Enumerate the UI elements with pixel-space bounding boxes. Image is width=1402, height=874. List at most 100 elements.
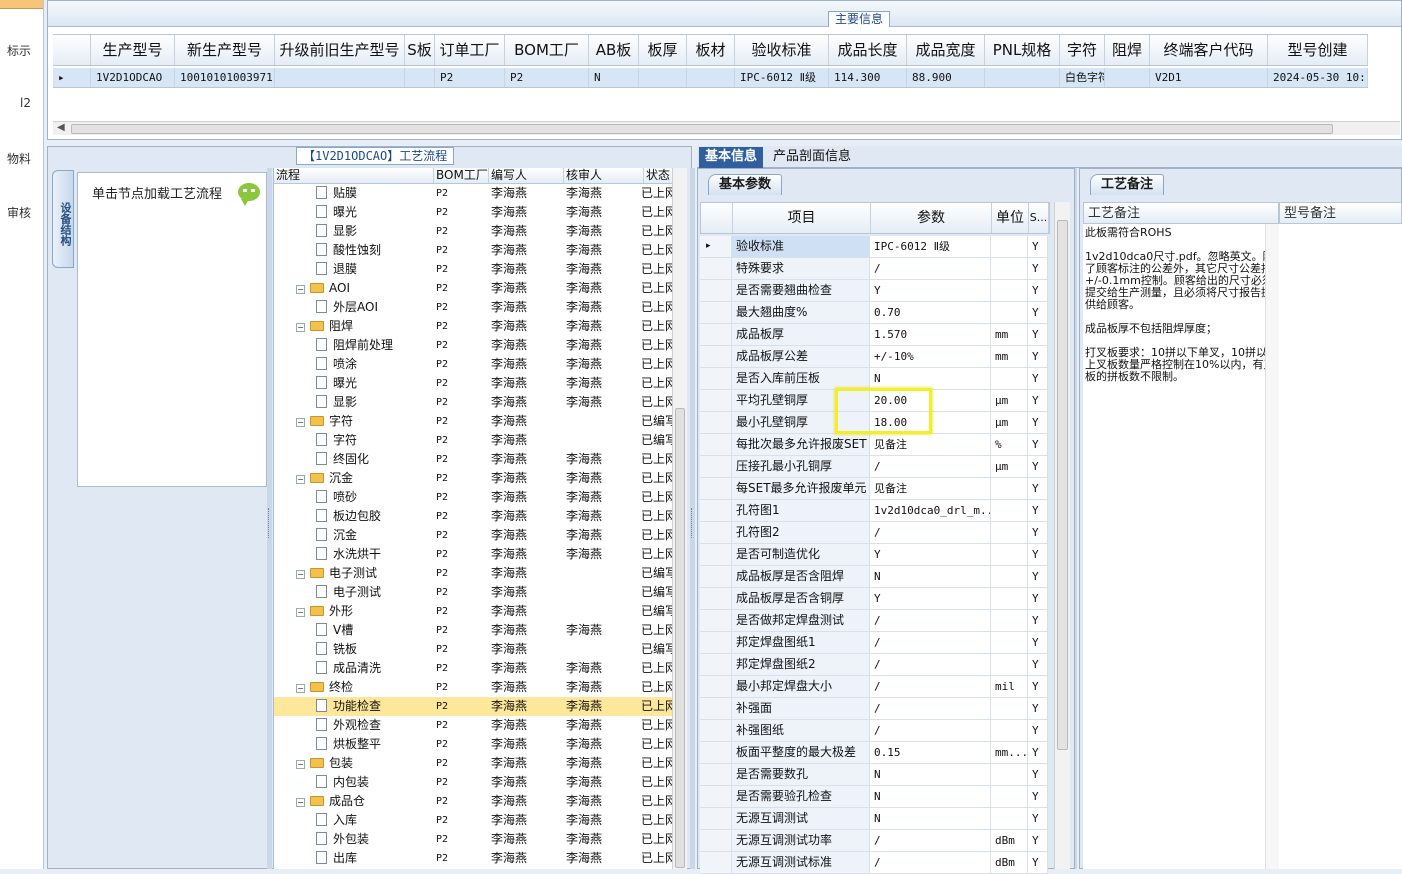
grid-cell[interactable] — [275, 68, 405, 87]
grid-cell[interactable]: 114.300 — [829, 68, 907, 87]
column-header[interactable]: 生产型号 — [91, 35, 175, 65]
param-row[interactable]: 无源互调测试标准 / dBm Y — [700, 852, 1048, 874]
left-nav-item[interactable]: l2 — [20, 96, 31, 110]
column-header[interactable]: 字符 — [1060, 35, 1105, 65]
param-row[interactable]: 是否需要数孔 N Y — [700, 764, 1048, 786]
tab-craft-notes[interactable]: 工艺备注 — [1090, 174, 1165, 195]
grid-cell[interactable]: 10010101003971 — [175, 68, 275, 87]
column-header[interactable]: 核审人 — [564, 168, 644, 183]
param-cell-value[interactable]: N — [870, 566, 991, 587]
param-row[interactable]: 是否入库前压板 N Y — [700, 368, 1048, 390]
param-cell-value[interactable]: 见备注 — [870, 434, 991, 455]
param-cell-value[interactable]: / — [870, 610, 991, 631]
param-row[interactable]: 每SET最多允许报废单元 见备注 Y — [700, 478, 1048, 500]
tree-node[interactable]: 水洗烘干 P2 李海燕 李海燕 已上网 — [274, 545, 674, 564]
collapse-icon[interactable]: − — [296, 684, 305, 693]
column-header[interactable]: 项目 — [733, 203, 871, 233]
param-row[interactable]: 孔符图1 1v2d10dca0_drl_m... Y — [700, 500, 1048, 522]
param-cell-value[interactable]: / — [870, 522, 991, 543]
main-grid-row[interactable]: ▸ 1V2D1ODCAO 10010101003971 P2 P2 N IPC-6012 Ⅱ… — [53, 68, 1368, 88]
collapse-icon[interactable]: − — [296, 475, 305, 484]
column-header[interactable]: 验收标准 — [735, 35, 829, 65]
param-row[interactable]: 是否可制造优化 Y Y — [700, 544, 1048, 566]
grid-cell[interactable]: N — [589, 68, 639, 87]
param-cell-value[interactable]: / — [870, 676, 991, 697]
tree-node[interactable]: 显影 P2 李海燕 李海燕 已上网 — [274, 393, 674, 412]
tree-node[interactable]: 成品清洗 P2 李海燕 李海燕 已上网 — [274, 659, 674, 678]
column-header[interactable]: PNL规格 — [985, 35, 1060, 65]
param-row[interactable]: 无源互调测试 N Y — [700, 808, 1048, 830]
param-cell-value[interactable]: 1.570 — [870, 324, 991, 345]
param-cell-value[interactable]: IPC-6012 Ⅱ级 — [870, 236, 991, 257]
param-cell-value[interactable]: +/-10% — [870, 346, 991, 367]
tree-node[interactable]: V槽 P2 李海燕 李海燕 已上网 — [274, 621, 674, 640]
tree-node[interactable]: − 字符 P2 李海燕 已编写 — [274, 412, 674, 431]
param-row[interactable]: 孔符图2/ Y — [700, 522, 1048, 544]
tree-node[interactable]: − AOI P2 李海燕 李海燕 已上网 — [274, 279, 674, 298]
param-row[interactable]: 无源互调测试功率 / dBm Y — [700, 830, 1048, 852]
tree-node[interactable]: 外观检查 P2 李海燕 李海燕 已上网 — [274, 716, 674, 735]
param-cell-value[interactable]: 1v2d10dca0_drl_m... — [870, 500, 991, 521]
tree-node[interactable]: 退膜 P2 李海燕 李海燕 已上网 — [274, 260, 674, 279]
main-grid-hscrollbar[interactable]: ◀ — [53, 121, 1400, 135]
collapse-icon[interactable]: − — [296, 760, 305, 769]
param-row[interactable]: 每批次最多允许报废SET 见备注% Y — [700, 434, 1048, 456]
grid-cell[interactable] — [639, 68, 687, 87]
param-row[interactable]: 是否做邦定焊盘测试 / Y — [700, 610, 1048, 632]
tree-node[interactable]: − 成品仓 P2 李海燕 李海燕 已上网 — [274, 792, 674, 811]
param-row[interactable]: 是否需要验孔检查 N Y — [700, 786, 1048, 808]
tree-node[interactable]: 电子测试 P2 李海燕 已编写 — [274, 583, 674, 602]
tree-node[interactable]: − 包装 P2 李海燕 李海燕 已上网 — [274, 754, 674, 773]
param-cell-value[interactable]: / — [870, 720, 991, 741]
tree-node[interactable]: 阻焊前处理 P2 李海燕 李海燕 已上网 — [274, 336, 674, 355]
craft-note-text[interactable]: 此板需符合ROHS 1v2d10dca0尺寸.pdf。忽略英文。除了顾客标注的公… — [1083, 224, 1279, 869]
param-row[interactable]: ▸ 验收标准 IPC-6012 Ⅱ级 Y — [700, 236, 1048, 258]
equipment-structure-tab[interactable]: 设备结构 — [52, 170, 74, 268]
scroll-thumb[interactable] — [1057, 220, 1068, 750]
grid-cell[interactable]: IPC-6012 Ⅱ级 — [735, 68, 829, 87]
process-tree-vscrollbar[interactable] — [672, 168, 687, 869]
param-cell-value[interactable]: 0.70 — [870, 302, 991, 323]
left-nav-active-tab[interactable] — [0, 0, 43, 9]
param-cell-value[interactable]: 0.15 — [870, 742, 991, 763]
tree-node[interactable]: 入库 P2 李海燕 李海燕 已上网 — [274, 811, 674, 830]
tree-node[interactable]: − 外形 P2 李海燕 已编写 — [274, 602, 674, 621]
tree-node[interactable]: 贴膜 P2 李海燕 李海燕 已上网 — [274, 184, 674, 203]
model-note-text[interactable] — [1279, 224, 1402, 869]
column-header[interactable]: 型号创建 — [1268, 35, 1368, 65]
left-nav-item[interactable]: 物料 — [7, 150, 31, 167]
param-row[interactable]: 板面平整度的最大极差 0.15 mm... Y — [700, 742, 1048, 764]
param-cell-value[interactable]: / — [870, 632, 991, 653]
grid-cell[interactable]: 88.900 — [907, 68, 985, 87]
tree-node[interactable]: 出库 P2 李海燕 李海燕 已上网 — [274, 849, 674, 868]
param-cell-value[interactable]: Y — [870, 280, 991, 301]
collapse-icon[interactable]: − — [296, 323, 305, 332]
tree-node[interactable]: − 沉金 P2 李海燕 李海燕 已上网 — [274, 469, 674, 488]
param-row[interactable]: 成品板厚是否含铜厚 Y Y — [700, 588, 1048, 610]
collapse-icon[interactable]: − — [296, 418, 305, 427]
column-header[interactable]: 升级前旧生产型号 — [275, 35, 405, 65]
param-cell-value[interactable]: Y — [870, 544, 991, 565]
param-row[interactable]: 成品板厚是否含阻焊 N Y — [700, 566, 1048, 588]
scroll-thumb[interactable] — [71, 124, 1333, 134]
tree-node[interactable]: 外包装 P2 李海燕 李海燕 已上网 — [274, 830, 674, 849]
column-header[interactable]: 成品宽度 — [907, 35, 985, 65]
tree-node[interactable]: 字符 P2 李海燕 已编写 — [274, 431, 674, 450]
column-header[interactable]: 终端客户代码 — [1150, 35, 1268, 65]
grid-cell[interactable]: P2 — [435, 68, 505, 87]
tree-node[interactable]: 功能检查 P2 李海燕 李海燕 已上网 — [274, 697, 674, 716]
param-cell-value[interactable]: / — [870, 258, 991, 279]
tree-node[interactable]: 内包装 P2 李海燕 李海燕 已上网 — [274, 773, 674, 792]
param-cell-value[interactable]: / — [870, 698, 991, 719]
column-header[interactable]: 阻焊 — [1105, 35, 1150, 65]
tree-node[interactable]: − 阻焊 P2 李海燕 李海燕 已上网 — [274, 317, 674, 336]
tree-node[interactable]: 板边包胶 P2 李海燕 李海燕 已上网 — [274, 507, 674, 526]
tree-node[interactable]: 喷砂 P2 李海燕 李海燕 已上网 — [274, 488, 674, 507]
param-row[interactable]: 邦定焊盘图纸1/ Y — [700, 632, 1048, 654]
craft-note-scrollbar[interactable] — [1265, 224, 1279, 869]
column-header[interactable]: 板厚 — [639, 35, 687, 65]
column-header[interactable]: 编写人 — [489, 168, 564, 183]
column-header[interactable]: S... — [1029, 203, 1049, 233]
param-cell-value[interactable]: / — [870, 654, 991, 675]
param-row[interactable]: 特殊要求 / Y — [700, 258, 1048, 280]
